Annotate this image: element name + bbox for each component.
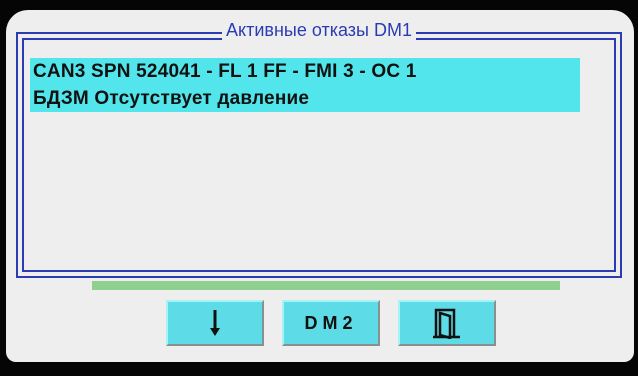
arrow-down-icon <box>208 308 222 338</box>
dm2-button-label: DM2 <box>304 312 358 333</box>
scroll-down-button[interactable] <box>166 300 264 346</box>
exit-button[interactable] <box>398 300 496 346</box>
panel-title: Активные отказы DM1 <box>222 20 416 41</box>
door-exit-icon <box>432 307 462 339</box>
fault-description-row[interactable]: БДЗМ Отсутствует давление <box>30 85 580 112</box>
active-faults-panel: Активные отказы DM1 CAN3 SPN 524041 - FL… <box>16 20 622 278</box>
fault-code-row[interactable]: CAN3 SPN 524041 - FL 1 FF - FMI 3 - OC 1 <box>30 58 580 85</box>
fault-list: CAN3 SPN 524041 - FL 1 FF - FMI 3 - OC 1… <box>30 58 580 112</box>
dm2-button[interactable]: DM2 <box>282 300 380 346</box>
display-screen: Активные отказы DM1 CAN3 SPN 524041 - FL… <box>6 10 634 362</box>
status-indicator-bar <box>92 281 560 290</box>
